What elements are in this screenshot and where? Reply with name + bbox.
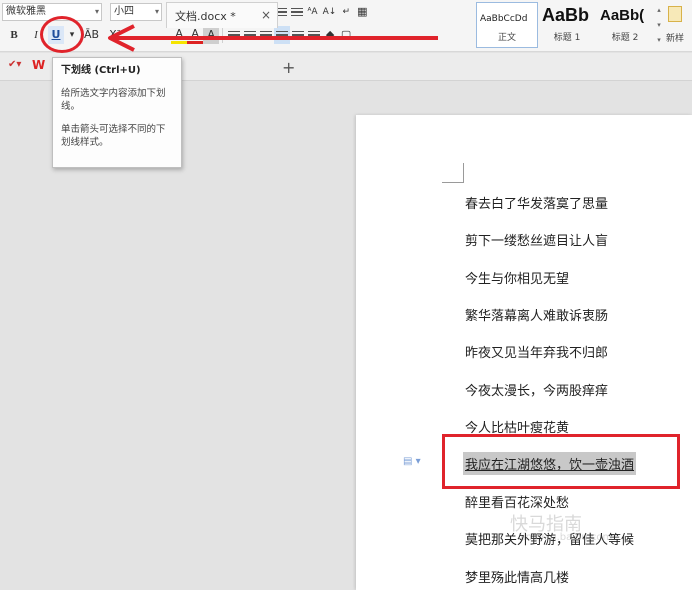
annotation-box <box>442 434 680 489</box>
watermark-url: jingyan.baidu.com <box>520 532 613 543</box>
annotation-arrow-icon <box>108 24 438 52</box>
